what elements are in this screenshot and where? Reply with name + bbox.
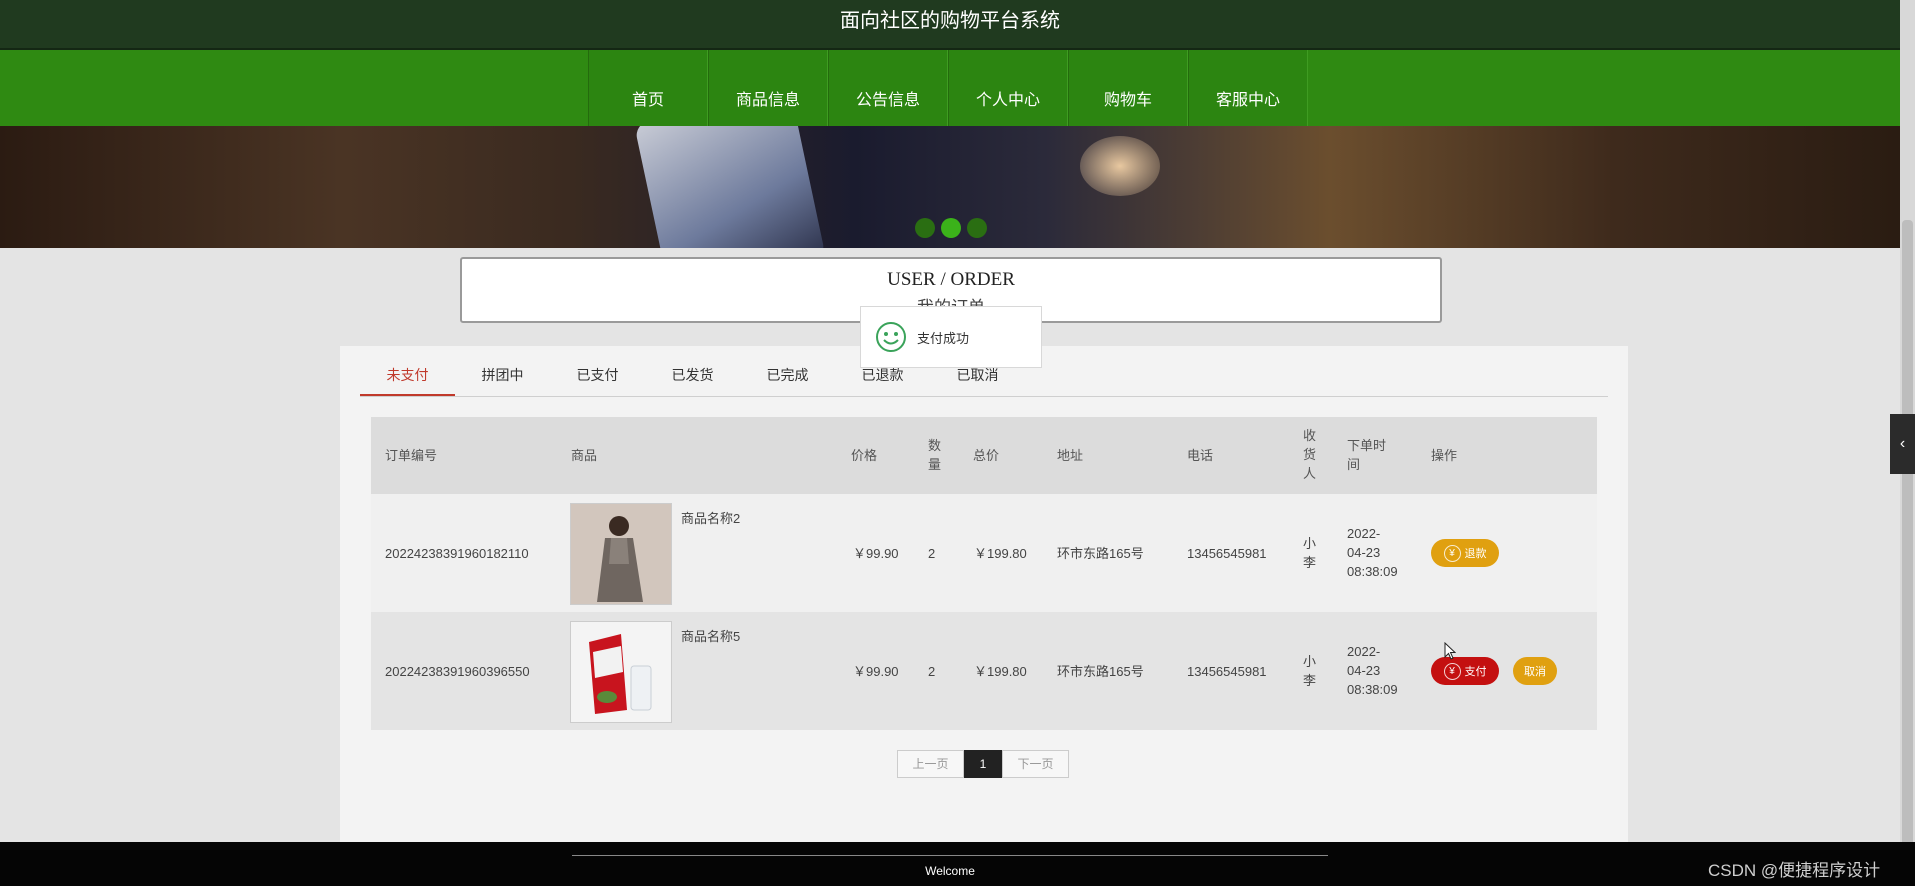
pay-button-label: 支付: [1464, 666, 1487, 678]
product-image: [571, 504, 671, 604]
phone: 13456545981: [1187, 664, 1267, 679]
yen-icon: ¥: [1443, 544, 1461, 562]
table-row: 20224238391960396550 商品名称5 ￥99.90 2 ￥199…: [371, 612, 1597, 730]
yen-icon: ¥: [1443, 662, 1461, 680]
footer-welcome: Welcome: [925, 864, 975, 878]
price: ￥99.90: [853, 664, 899, 679]
price: ￥99.90: [853, 546, 899, 561]
scrollbar-thumb[interactable]: [1902, 220, 1913, 880]
table-header: 订单编号 商品 价格 数 量 总价 地址 电话 收 货 人 下单时 间 操作: [371, 417, 1597, 494]
table-row: 20224238391960182110 商品名称2 ￥99.90 2 ￥199…: [371, 494, 1597, 612]
main-nav-bar: 首页 商品信息 公告信息 个人中心 购物车 客服中心: [0, 50, 1900, 126]
refund-button-label: 退款: [1464, 548, 1487, 560]
quantity: 2: [928, 546, 936, 561]
header-product: 商品: [571, 448, 598, 463]
side-panel-toggle[interactable]: ‹: [1890, 414, 1915, 474]
product-thumbnail[interactable]: [570, 621, 672, 723]
tab-unpaid[interactable]: 未支付: [360, 360, 455, 396]
carousel-dot-3[interactable]: [967, 218, 987, 238]
toast-message: 支付成功: [917, 330, 970, 346]
header-order-no: 订单编号: [385, 448, 438, 463]
nav-home[interactable]: 首页: [588, 50, 708, 126]
nav-announcements[interactable]: 公告信息: [828, 50, 948, 126]
header-action: 操作: [1431, 448, 1458, 463]
next-page-button[interactable]: 下一页: [1002, 750, 1069, 778]
header-receiver: 收 货 人: [1303, 428, 1317, 481]
nav-cart[interactable]: 购物车: [1068, 50, 1188, 126]
nav-products[interactable]: 商品信息: [708, 50, 828, 126]
total-price: ￥199.80: [974, 664, 1027, 679]
tab-shipped[interactable]: 已发货: [645, 360, 740, 396]
order-time: 2022- 04-23 08:38:09: [1347, 644, 1398, 697]
nav-personal-center[interactable]: 个人中心: [948, 50, 1068, 126]
current-page[interactable]: 1: [964, 750, 1002, 778]
total-price: ￥199.80: [974, 546, 1027, 561]
product-name[interactable]: 商品名称2: [681, 509, 740, 528]
tab-paid[interactable]: 已支付: [550, 360, 645, 396]
order-number: 20224238391960396550: [385, 664, 530, 679]
header-qty: 数 量: [928, 438, 942, 472]
watermark: CSDN @便捷程序设计: [1708, 861, 1881, 880]
mouse-cursor-icon: [1444, 642, 1456, 660]
pay-button[interactable]: ¥ 支付: [1431, 657, 1499, 685]
header-phone: 电话: [1187, 448, 1214, 463]
product-name[interactable]: 商品名称5: [681, 627, 740, 646]
product-thumbnail[interactable]: [570, 503, 672, 605]
site-title-bar: 面向社区的购物平台系统: [0, 0, 1900, 51]
cancel-button[interactable]: 取消: [1513, 657, 1557, 685]
cancel-button-label: 取消: [1524, 666, 1546, 678]
product-image: [571, 622, 671, 722]
receiver: 小 李: [1303, 654, 1317, 688]
chevron-left-icon: ‹: [1899, 435, 1906, 452]
header-total: 总价: [973, 448, 1000, 463]
order-heading-en: USER / ORDER: [887, 269, 1015, 290]
phone: 13456545981: [1187, 546, 1267, 561]
order-time: 2022- 04-23 08:38:09: [1347, 526, 1398, 579]
carousel-dots: [915, 218, 987, 238]
order-number: 20224238391960182110: [385, 546, 529, 561]
tab-completed[interactable]: 已完成: [740, 360, 835, 396]
site-title: 面向社区的购物平台系统: [840, 10, 1060, 32]
prev-page-button[interactable]: 上一页: [897, 750, 964, 778]
address: 环市东路165号: [1057, 664, 1144, 679]
header-price: 价格: [851, 448, 878, 463]
payment-success-toast: 支付成功: [860, 306, 1042, 368]
banner-image: [634, 126, 826, 248]
tab-group-buy[interactable]: 拼团中: [455, 360, 550, 396]
refund-button[interactable]: ¥ 退款: [1431, 539, 1499, 567]
carousel-dot-2[interactable]: [941, 218, 961, 238]
carousel-dot-1[interactable]: [915, 218, 935, 238]
header-time: 下单时 间: [1347, 438, 1387, 472]
address: 环市东路165号: [1057, 546, 1144, 561]
smile-icon: [876, 322, 906, 352]
main-nav: 首页 商品信息 公告信息 个人中心 购物车 客服中心: [588, 50, 1308, 126]
quantity: 2: [928, 664, 936, 679]
nav-customer-service[interactable]: 客服中心: [1188, 50, 1308, 126]
header-address: 地址: [1057, 448, 1084, 463]
banner-glow: [1080, 136, 1160, 196]
receiver: 小 李: [1303, 536, 1317, 570]
footer-divider: [572, 855, 1328, 856]
pagination: 上一页 1 下一页: [897, 750, 1069, 778]
